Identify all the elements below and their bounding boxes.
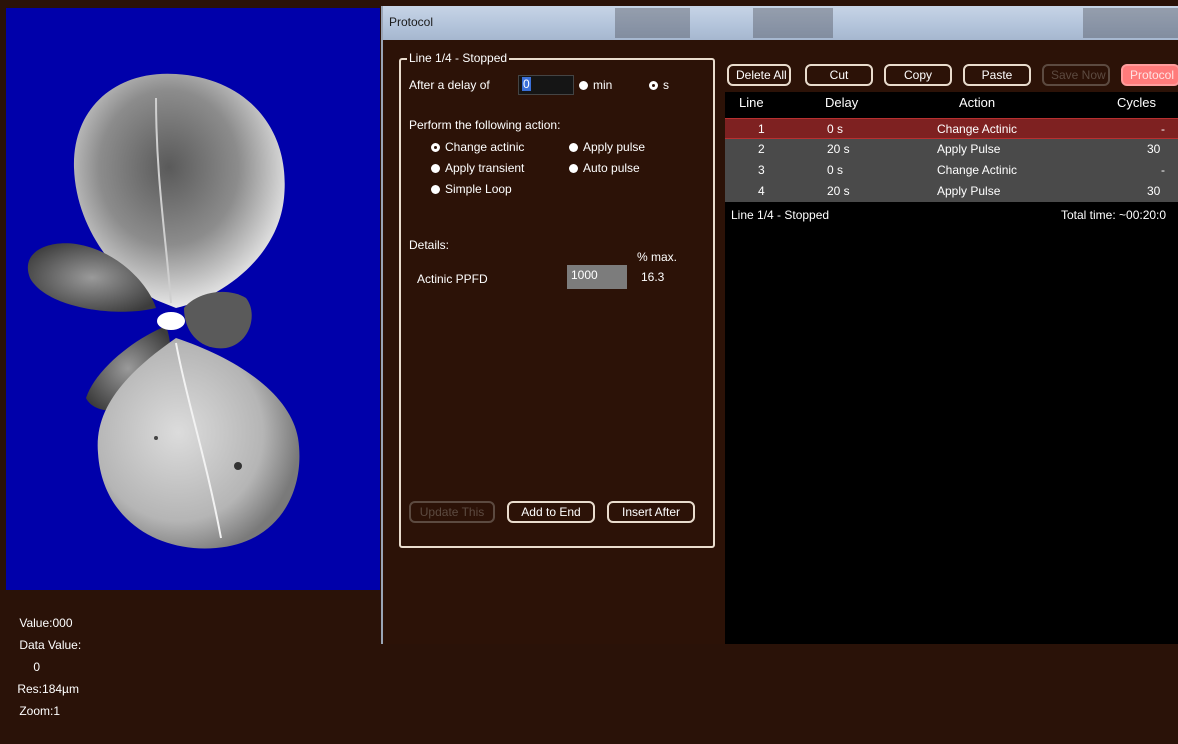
delay-input[interactable]: 0 [518, 75, 574, 95]
cell-cycles: 30 [1147, 184, 1161, 198]
table-row[interactable]: 3 0 s Change Actinic - [725, 160, 1178, 181]
details-label: Details: [409, 238, 450, 252]
line-editor-title: Line 1/4 - Stopped [407, 51, 510, 65]
titlebar-background-thumbnail [753, 8, 833, 38]
cell-line: 3 [758, 163, 765, 177]
cell-action: Apply Pulse [937, 142, 1001, 156]
cell-line: 2 [758, 142, 765, 156]
table-header: Line Delay Action Cycles [725, 92, 1178, 116]
image-viewer-panel: Value:000 Data Value: 0 Res:184µm Zoom:1 [0, 0, 384, 718]
unit-min-radio[interactable]: min [579, 78, 612, 92]
radio-dot-icon [579, 81, 588, 90]
delay-label: After a delay of [409, 78, 490, 92]
protocol-window: Protocol Line 1/4 - Stopped After a dela… [381, 6, 1178, 644]
cell-action: Change Actinic [937, 122, 1018, 136]
pixel-value: Value:000 [19, 616, 73, 630]
plant-leaf-image [27, 73, 300, 549]
radio-dot-icon [431, 185, 440, 194]
percent-max-value: 16.3 [641, 270, 665, 284]
cell-delay: 0 s [827, 163, 844, 177]
protocol-button[interactable]: Protocol [1121, 64, 1178, 86]
total-time: Total time: ~00:20:0 [1061, 208, 1167, 222]
column-header-delay[interactable]: Delay [825, 95, 858, 110]
update-this-button[interactable]: Update This [409, 501, 495, 523]
action-apply-transient-radio[interactable]: Apply transient [431, 161, 524, 175]
radio-dot-icon [569, 143, 578, 152]
radio-dot-icon [569, 164, 578, 173]
window-titlebar[interactable]: Protocol [383, 6, 1178, 40]
add-to-end-button[interactable]: Add to End [507, 501, 595, 523]
copy-button[interactable]: Copy [884, 64, 952, 86]
action-option-label: Simple Loop [445, 182, 512, 196]
action-auto-pulse-radio[interactable]: Auto pulse [569, 161, 640, 175]
paste-button[interactable]: Paste [963, 64, 1031, 86]
titlebar-background-thumbnail [615, 8, 690, 38]
cell-cycles: - [1161, 122, 1165, 136]
save-now-button[interactable]: Save Now [1042, 64, 1110, 86]
data-value-label: Data Value: [19, 638, 82, 652]
cell-delay: 20 s [827, 184, 850, 198]
action-option-label: Apply pulse [583, 140, 646, 154]
cell-action: Apply Pulse [937, 184, 1001, 198]
percent-max-label: % max. [637, 250, 678, 264]
table-footer: Line 1/4 - Stopped Total time: ~00:20:0 [725, 206, 1178, 226]
unit-min-label: min [593, 78, 613, 92]
action-simple-loop-radio[interactable]: Simple Loop [431, 182, 512, 196]
resolution: Res:184µm [17, 682, 79, 696]
image-status-bar: Value:000 Data Value: 0 Res:184µm Zoom:1 [6, 590, 380, 718]
cut-button[interactable]: Cut [805, 64, 873, 86]
table-row[interactable]: 1 0 s Change Actinic - [725, 118, 1178, 139]
table-row[interactable]: 4 20 s Apply Pulse 30 [725, 181, 1178, 202]
insert-after-button[interactable]: Insert After [607, 501, 695, 523]
cell-line: 1 [758, 122, 765, 136]
action-option-label: Change actinic [445, 140, 525, 154]
radio-selected-icon [649, 81, 658, 90]
line-editor-group: Line 1/4 - Stopped After a delay of 0 mi… [399, 51, 715, 548]
actinic-ppfd-input[interactable]: 1000 [567, 265, 627, 289]
column-header-line[interactable]: Line [739, 95, 764, 110]
delete-all-button[interactable]: Delete All [727, 64, 791, 86]
cell-line: 4 [758, 184, 765, 198]
radio-selected-icon [431, 143, 440, 152]
cell-delay: 20 s [827, 142, 850, 156]
action-apply-pulse-radio[interactable]: Apply pulse [569, 140, 645, 154]
action-option-label: Auto pulse [583, 161, 640, 175]
delay-value: 0 [522, 77, 531, 91]
cell-action: Change Actinic [937, 163, 1018, 177]
actinic-ppfd-label: Actinic PPFD [417, 272, 488, 286]
table-row[interactable]: 2 20 s Apply Pulse 30 [725, 139, 1178, 160]
plant-image-canvas[interactable] [6, 8, 380, 590]
run-status: Line 1/4 - Stopped [731, 208, 830, 222]
cell-delay: 0 s [827, 122, 844, 136]
radio-dot-icon [431, 164, 440, 173]
action-label: Perform the following action: [409, 118, 561, 132]
protocol-table: Line Delay Action Cycles 1 0 s Change Ac… [725, 92, 1178, 644]
zoom-level: Zoom:1 [19, 704, 61, 718]
unit-s-label: s [663, 78, 669, 92]
action-change-actinic-radio[interactable]: Change actinic [431, 140, 524, 154]
window-title: Protocol [389, 15, 434, 29]
titlebar-background-thumbnail [1083, 8, 1178, 38]
data-value: 0 [33, 660, 41, 674]
unit-s-radio[interactable]: s [649, 78, 669, 92]
cell-cycles: 30 [1147, 142, 1161, 156]
column-header-cycles[interactable]: Cycles [1117, 95, 1156, 110]
cell-cycles: - [1161, 163, 1165, 177]
action-option-label: Apply transient [445, 161, 525, 175]
column-header-action[interactable]: Action [959, 95, 995, 110]
